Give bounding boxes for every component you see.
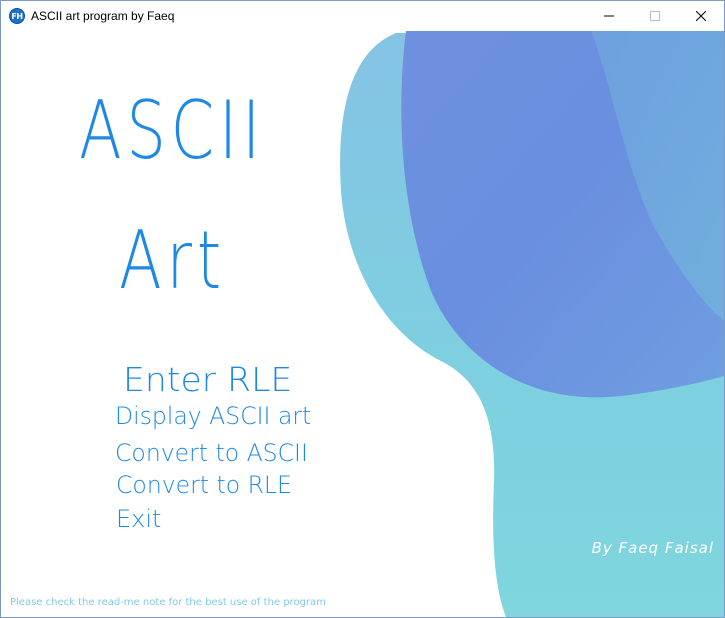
- main-panel: ASCII Art Enter RLE Display ASCII art Co…: [1, 31, 724, 617]
- menu-enter-rle[interactable]: Enter RLE: [123, 363, 292, 396]
- minimize-icon: [604, 15, 614, 17]
- heading-line-ascii: ASCII: [79, 84, 266, 177]
- menu-convert-to-rle[interactable]: Convert to RLE: [116, 473, 292, 497]
- author-credit: By Faeq Faisal: [591, 539, 714, 557]
- title-bar[interactable]: FH ASCII art program by Faeq: [1, 1, 724, 31]
- maximize-button[interactable]: [632, 1, 678, 31]
- menu-display-ascii-art[interactable]: Display ASCII art: [115, 404, 311, 428]
- heading-line-art: Art: [119, 214, 226, 307]
- close-icon: [696, 11, 706, 21]
- app-icon: FH: [9, 8, 25, 24]
- app-window: FH ASCII art program by Faeq ASCII Art E…: [0, 0, 725, 618]
- menu-convert-to-ascii[interactable]: Convert to ASCII: [115, 441, 308, 465]
- close-button[interactable]: [678, 1, 724, 31]
- window-controls: [586, 1, 724, 31]
- readme-note: Please check the read-me note for the be…: [10, 597, 326, 608]
- menu-exit[interactable]: Exit: [116, 507, 161, 531]
- maximize-icon: [650, 11, 660, 21]
- minimize-button[interactable]: [586, 1, 632, 31]
- window-title: ASCII art program by Faeq: [31, 9, 175, 23]
